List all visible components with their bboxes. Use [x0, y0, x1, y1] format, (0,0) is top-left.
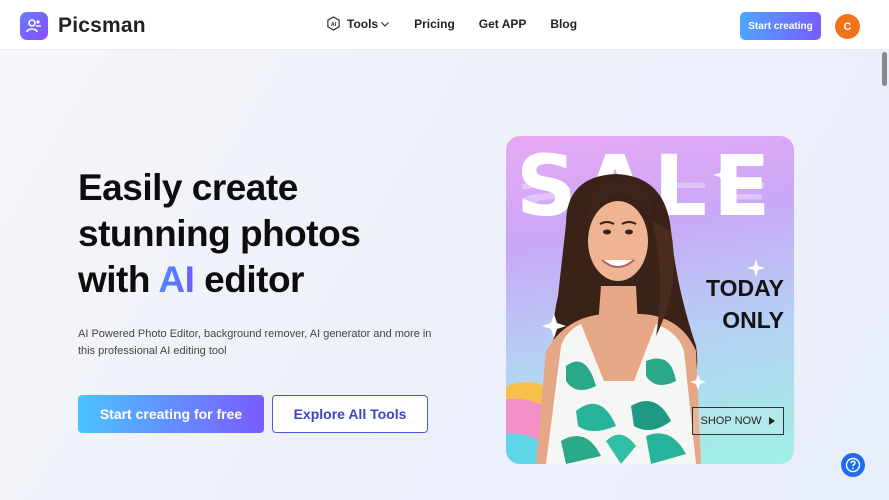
nav-pricing-label: Pricing — [414, 16, 455, 31]
hero-title-line-3-post: editor — [194, 259, 304, 300]
question-icon — [845, 457, 861, 473]
ai-chip-icon: AI — [327, 16, 340, 31]
today-only-text: TODAY ONLY — [706, 272, 784, 336]
nav-tools-label: Tools — [347, 16, 379, 31]
brand-logo[interactable]: Picsman — [20, 12, 146, 40]
shop-now-label: SHOP NOW — [700, 415, 762, 427]
chevron-down-icon — [381, 21, 390, 27]
today-line: TODAY — [706, 275, 784, 301]
play-arrow-icon — [769, 417, 776, 425]
nav-pricing[interactable]: Pricing — [414, 17, 455, 31]
explore-all-tools-button[interactable]: Explore All Tools — [272, 395, 428, 433]
user-avatar[interactable]: C — [835, 14, 860, 39]
nav-blog-label: Blog — [550, 16, 578, 31]
start-creating-button[interactable]: Start creating — [740, 12, 821, 40]
brand-name: Picsman — [58, 14, 146, 37]
only-line: ONLY — [722, 307, 784, 333]
main-nav: AI Tools Pricing Get APP Blog — [326, 16, 601, 31]
nav-get-app-label: Get APP — [478, 16, 527, 31]
shop-now-button[interactable]: SHOP NOW — [692, 407, 784, 435]
hero-title-line-2: stunning photos — [78, 213, 361, 254]
top-header: Picsman AI Tools Pricing Get APP Blog St… — [0, 0, 889, 50]
hero-title-line-1: Easily create — [78, 167, 298, 208]
hero-title-ai-highlight: AI — [158, 259, 195, 300]
nav-blog[interactable]: Blog — [550, 17, 577, 31]
page-scrollbar-thumb[interactable] — [882, 52, 887, 86]
hero-title-line-3-pre: with — [78, 259, 159, 300]
svg-text:AI: AI — [331, 22, 337, 28]
nav-tools[interactable]: AI Tools — [326, 16, 390, 31]
nav-get-app[interactable]: Get APP — [479, 17, 527, 31]
logo-icon — [20, 12, 48, 40]
help-button[interactable] — [841, 453, 865, 477]
hero-description: AI Powered Photo Editor, background remo… — [78, 328, 432, 357]
promo-sale-banner[interactable]: SALE SALE TODAY — [506, 136, 794, 464]
start-creating-free-button[interactable]: Start creating for free — [78, 395, 264, 433]
hero-title: Easily create stunning photos with AI ed… — [78, 165, 498, 303]
